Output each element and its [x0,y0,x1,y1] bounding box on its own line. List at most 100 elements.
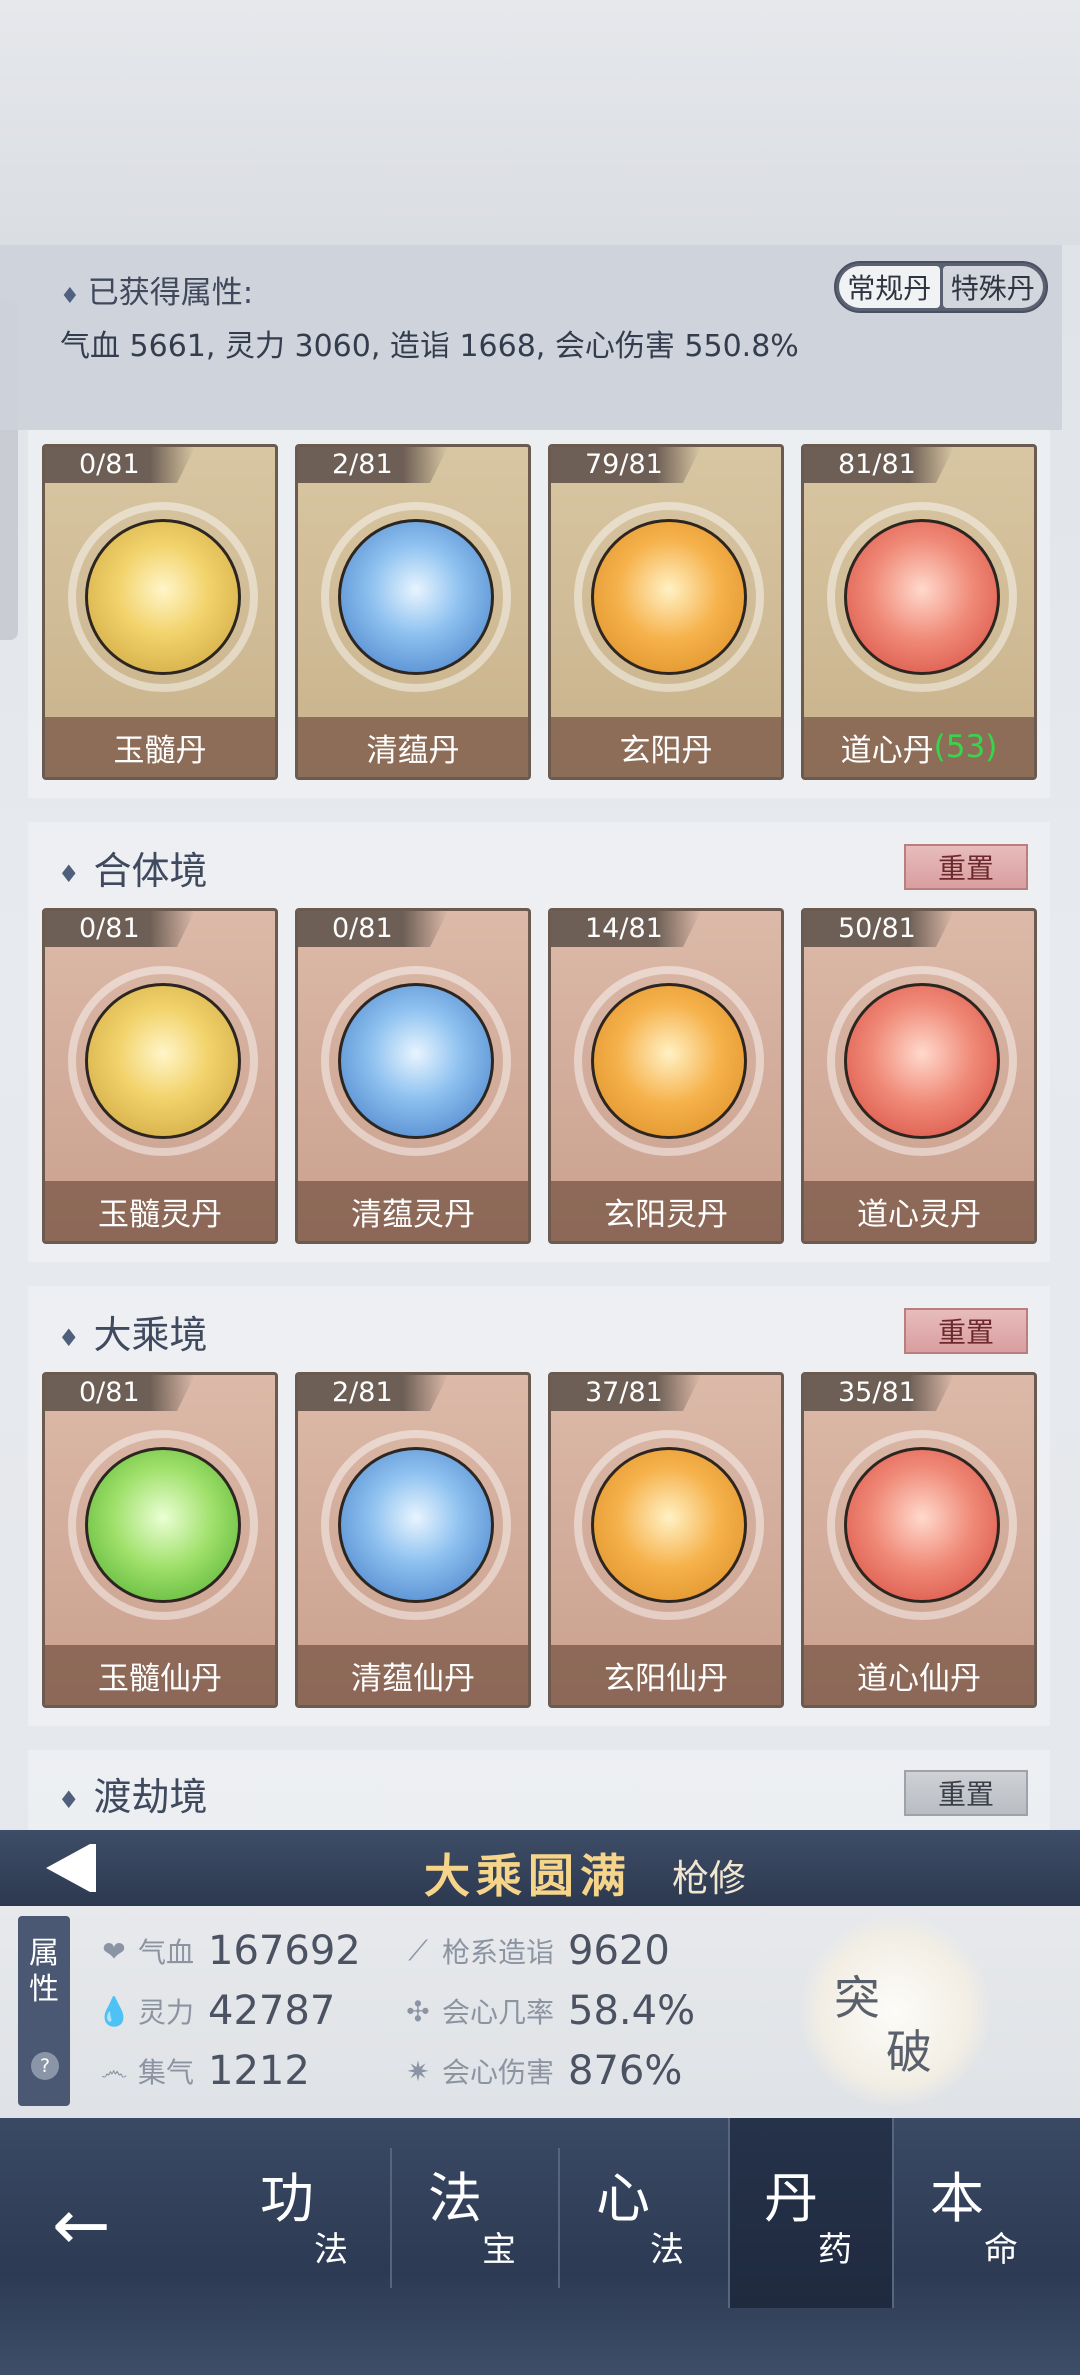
pill-count: 79/81 [551,447,701,483]
stat-qi: ෴ 集气 1212 [96,2048,310,2094]
pill-count: 0/81 [45,1375,195,1411]
pill-card[interactable]: 14/81 玄阳灵丹 [548,908,784,1244]
pill-blue-icon [321,966,511,1156]
pill-name: 玄阳仙丹 [551,1645,781,1705]
pill-name: 玉髓仙丹 [45,1645,275,1705]
acquired-attributes-panel: ♦ 已获得属性: 气血 5661, 灵力 3060, 造诣 1668, 会心伤害 … [0,245,1062,430]
nav-gongfa[interactable]: 功 法 [226,2118,392,2308]
section-title: ♦ 合体境 [58,849,208,893]
back-arrow-icon[interactable] [46,1844,96,1892]
pill-orange-icon [574,502,764,692]
pill-red-icon [827,966,1017,1156]
breakthrough-button[interactable]: 突 破 [800,1916,990,2106]
diamond-icon: ♦ [58,1323,80,1352]
pill-name: 玉髓灵丹 [45,1181,275,1241]
diamond-icon: ♦ [60,284,80,309]
stat-spear-mastery: ⟋ 枪系造诣 9620 [400,1928,670,1974]
stat-hp: ❤ 气血 167692 [96,1928,360,1974]
pill-card[interactable]: 0/81 清蕴灵丹 [295,908,531,1244]
stat-crit-rate: ✣ 会心几率 58.4% [400,1988,695,2034]
pill-blue-icon [321,1430,511,1620]
pill-name: 清蕴灵丹 [298,1181,528,1241]
back-arrow-icon[interactable]: ← [52,2190,111,2260]
section-heti: ♦ 合体境 重置 0/81 玉髓灵丹 0/81 清蕴灵丹 14/81 玄阳灵丹 5… [28,822,1050,1262]
section-title: ♦ 大乘境 [58,1313,208,1357]
pill-name: 清蕴仙丹 [298,1645,528,1705]
realm-bar: 大乘圆满 枪修 [0,1830,1080,1906]
pill-count: 0/81 [298,911,448,947]
acquired-attributes-title: ♦ 已获得属性: [60,275,254,311]
pill-green-icon [68,1430,258,1620]
pill-count: 14/81 [551,911,701,947]
help-icon[interactable]: ? [31,2052,59,2080]
pill-card[interactable]: 0/81 玉髓丹 [42,444,278,780]
nav-fabao[interactable]: 法 宝 [394,2118,560,2308]
section-dacheng: ♦ 大乘境 重置 0/81 玉髓仙丹 2/81 清蕴仙丹 37/81 玄阳仙丹 3… [28,1286,1050,1726]
pill-orange-icon [574,966,764,1156]
pill-count: 35/81 [804,1375,954,1411]
pill-gold-icon [68,502,258,692]
pill-name: 玄阳灵丹 [551,1181,781,1241]
section-base-pills: 0/81 玉髓丹 2/81 清蕴丹 79/81 玄阳丹 81/81 道心丹 (53… [28,430,1050,798]
reset-button[interactable]: 重置 [904,1770,1028,1816]
character-stats-panel: 属性 ? ❤ 气血 167692 💧 灵力 42787 ෴ 集气 1212 ⟋ … [0,1906,1080,2118]
pill-type-toggle[interactable]: 常规丹 特殊丹 [834,261,1048,313]
burst-icon: ✷ [406,2054,430,2088]
pill-count: 0/81 [45,447,195,483]
pill-gold-icon [68,966,258,1156]
spear-icon: ⟋ [408,1934,428,1967]
pill-card[interactable]: 2/81 清蕴丹 [295,444,531,780]
heart-icon: ❤ [102,1934,126,1968]
pill-card[interactable]: 37/81 玄阳仙丹 [548,1372,784,1708]
crit-icon: ✣ [406,1994,430,2028]
pill-card[interactable]: 0/81 玉髓仙丹 [42,1372,278,1708]
realm-name: 大乘圆满 [424,1849,632,1903]
pill-card[interactable]: 50/81 道心灵丹 [801,908,1037,1244]
stat-mana: 💧 灵力 42787 [96,1988,336,2034]
bottom-nav: ← 功 法 法 宝 心 法 丹 药 本 命 [0,2118,1080,2375]
pill-name: 玄阳丹 [551,717,781,777]
pill-extra-count: (53) [933,729,998,765]
pill-card[interactable]: 81/81 道心丹 (53) [801,444,1037,780]
pill-count: 50/81 [804,911,954,947]
pill-card[interactable]: 79/81 玄阳丹 [548,444,784,780]
pill-name: 道心丹 (53) [804,717,1034,777]
nav-divider [558,2148,560,2288]
attributes-tab-label: 属性 [29,1936,59,2007]
pill-orange-icon [574,1430,764,1620]
reset-button[interactable]: 重置 [904,844,1028,890]
pill-count: 37/81 [551,1375,701,1411]
pill-name: 道心仙丹 [804,1645,1034,1705]
section-title: ♦ 渡劫境 [58,1775,208,1819]
tab-regular-pills[interactable]: 常规丹 [839,266,940,308]
section-dujie: ♦ 渡劫境 重置 [28,1750,1050,1830]
nav-divider [390,2148,392,2288]
pill-count: 2/81 [298,1375,448,1411]
stat-crit-damage: ✷ 会心伤害 876% [400,2048,682,2094]
pill-name: 道心灵丹 [804,1181,1034,1241]
pill-count: 81/81 [804,447,954,483]
nav-benming[interactable]: 本 命 [896,2118,1062,2308]
acquired-attributes-text: 气血 5661, 灵力 3060, 造诣 1668, 会心伤害 550.8% [60,329,799,364]
pill-card[interactable]: 0/81 玉髓灵丹 [42,908,278,1244]
pill-name: 玉髓丹 [45,717,275,777]
attributes-tab[interactable]: 属性 ? [18,1916,70,2106]
cultivation-class: 枪修 [672,1857,746,1900]
pill-red-icon [827,502,1017,692]
pill-blue-icon [321,502,511,692]
top-background [0,0,1080,245]
reset-button[interactable]: 重置 [904,1308,1028,1354]
pill-count: 0/81 [45,911,195,947]
pill-card[interactable]: 35/81 道心仙丹 [801,1372,1037,1708]
nav-danyao[interactable]: 丹 药 [728,2118,894,2308]
pill-red-icon [827,1430,1017,1620]
diamond-icon: ♦ [58,859,80,888]
tab-special-pills[interactable]: 特殊丹 [942,266,1043,308]
pill-name: 清蕴丹 [298,717,528,777]
swirl-icon: ෴ [100,2054,128,2087]
pill-count: 2/81 [298,447,448,483]
nav-xinfa[interactable]: 心 法 [562,2118,728,2308]
drop-icon: 💧 [96,1994,132,2028]
diamond-icon: ♦ [58,1785,80,1814]
pill-card[interactable]: 2/81 清蕴仙丹 [295,1372,531,1708]
